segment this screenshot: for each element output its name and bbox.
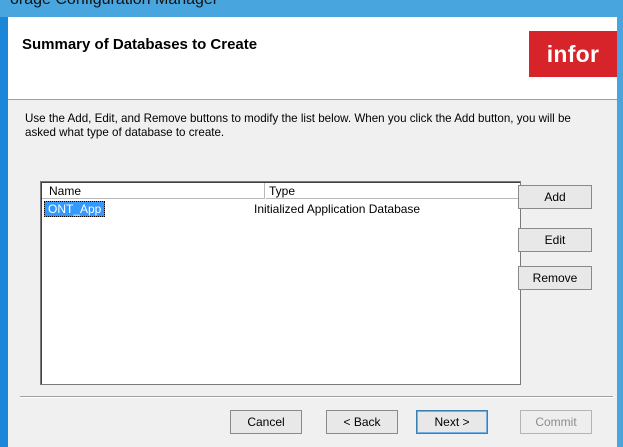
- add-button[interactable]: Add: [518, 185, 592, 209]
- window-frame-left: [0, 17, 8, 447]
- list-header: Name Type: [42, 183, 522, 199]
- column-header-name[interactable]: Name: [42, 183, 265, 199]
- row-type-cell[interactable]: Initialized Application Database: [254, 201, 420, 217]
- row-name-cell[interactable]: ONT_App: [44, 201, 106, 217]
- infor-logo: infor: [529, 31, 617, 77]
- background-window-strip: orage Configuration Manager: [0, 0, 623, 17]
- instructions-text: Use the Add, Edit, and Remove buttons to…: [25, 112, 571, 139]
- wizard-header: Summary of Databases to Create infor: [8, 17, 617, 100]
- database-list[interactable]: Name Type ONT_App Initialized Applicatio…: [40, 181, 522, 385]
- next-button[interactable]: Next >: [416, 410, 488, 434]
- list-row[interactable]: ONT_App Initialized Application Database: [44, 201, 514, 217]
- footer-separator: [20, 396, 613, 398]
- edit-button[interactable]: Edit: [518, 228, 592, 252]
- commit-button[interactable]: Commit: [520, 410, 592, 434]
- page-title: Summary of Databases to Create: [22, 36, 258, 53]
- window-frame-right: [617, 17, 623, 447]
- back-button[interactable]: < Back: [326, 410, 398, 434]
- cancel-button[interactable]: Cancel: [230, 410, 302, 434]
- background-window-title: orage Configuration Manager: [10, 0, 218, 9]
- column-header-type[interactable]: Type: [266, 183, 522, 199]
- remove-button[interactable]: Remove: [518, 266, 592, 290]
- wizard-dialog: Summary of Databases to Create infor Use…: [8, 17, 617, 447]
